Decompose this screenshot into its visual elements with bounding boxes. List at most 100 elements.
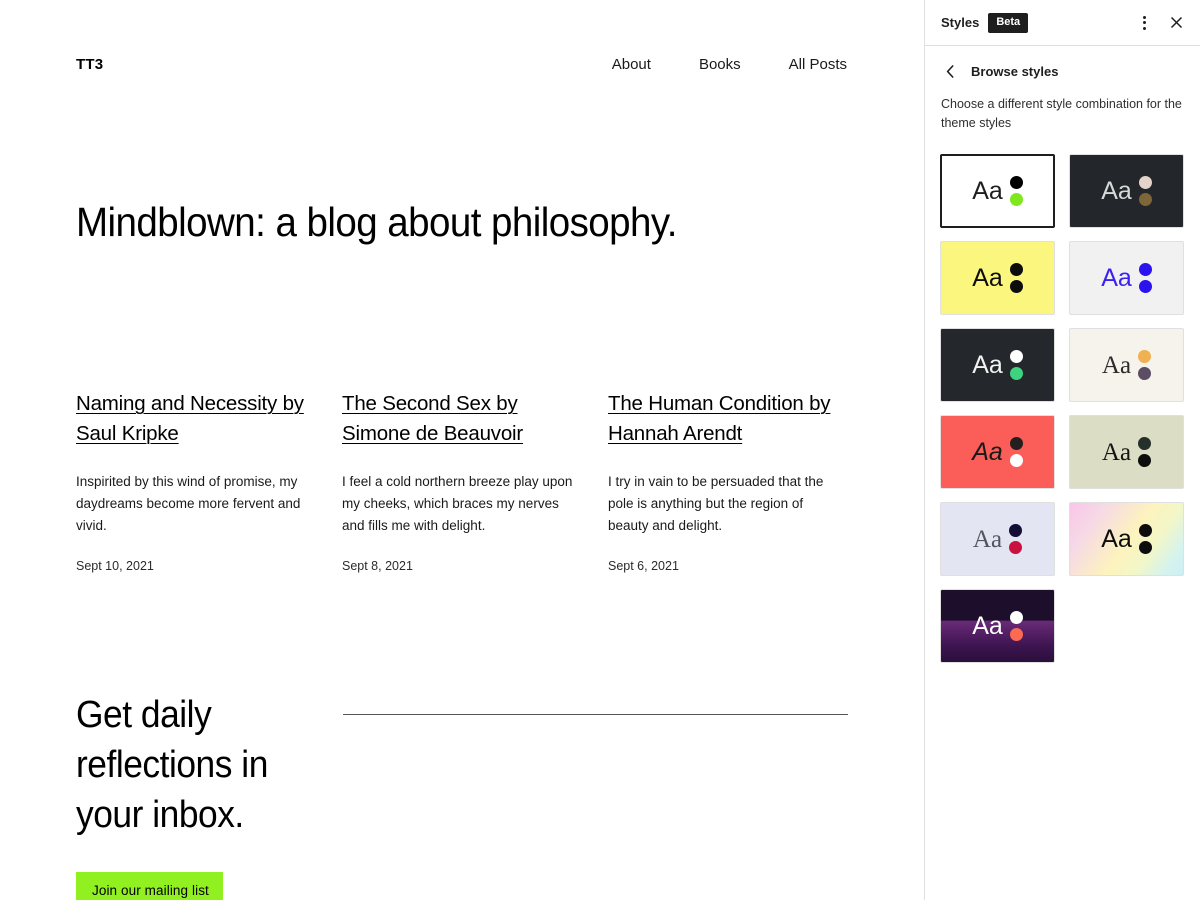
swatch-preview: Aa: [972, 263, 1023, 293]
post-list: Naming and Necessity by Saul Kripke Insp…: [76, 389, 848, 573]
site-navigation: About Books All Posts: [612, 56, 847, 73]
swatch-color-dot-2: [1009, 454, 1023, 467]
browse-styles-nav: Browse styles: [925, 46, 1200, 82]
kebab-menu-icon: [1142, 15, 1146, 30]
browse-styles-title: Browse styles: [971, 63, 1059, 79]
post-title-link[interactable]: Naming and Necessity by Saul Kripke: [76, 389, 312, 449]
swatch-color-dot-1: [1009, 350, 1023, 363]
swatch-preview: Aa: [972, 611, 1023, 641]
newsletter-divider: [343, 714, 848, 715]
swatch-color-dot-1: [1009, 437, 1023, 450]
swatch-color-dots: [1009, 437, 1023, 467]
close-panel-button[interactable]: [1160, 7, 1192, 39]
newsletter-heading: Get daily reflections in your inbox.: [76, 694, 268, 836]
swatch-color-dots: [1138, 176, 1152, 206]
swatch-color-dot-1: [1009, 176, 1023, 189]
swatch-color-dot-1: [1009, 524, 1023, 537]
swatch-color-dots: [1009, 263, 1023, 293]
swatch-color-dots: [1009, 524, 1023, 554]
style-swatch-default-white[interactable]: Aa: [940, 154, 1055, 228]
newsletter-section: Get daily reflections in your inbox. Joi…: [76, 690, 848, 900]
swatch-typography-sample: Aa: [1101, 438, 1132, 466]
swatch-color-dots: [1138, 263, 1152, 293]
swatch-preview: Aa: [1101, 350, 1152, 380]
post-title-link[interactable]: The Human Condition by Hannah Arendt: [608, 389, 844, 449]
close-icon: [1170, 16, 1182, 29]
style-swatch-light-blue-violet[interactable]: Aa: [1069, 241, 1184, 315]
browse-styles-description: Choose a different style combination for…: [941, 97, 1182, 130]
swatch-color-dot-2: [1138, 454, 1152, 467]
swatch-color-dots: [1138, 350, 1152, 380]
post-excerpt: Inspirited by this wind of promise, my d…: [76, 474, 301, 533]
swatch-typography-sample: Aa: [972, 263, 1003, 292]
swatch-color-dot-2: [1009, 280, 1023, 293]
screen: TT3 About Books All Posts Mindblown: a b…: [0, 0, 1200, 900]
swatch-color-dots: [1009, 176, 1023, 206]
swatch-color-dot-2: [1009, 367, 1023, 380]
swatch-color-dot-2: [1009, 541, 1023, 554]
post-date: Sept 8, 2021: [342, 559, 413, 573]
swatch-color-dot-2: [1138, 193, 1152, 206]
swatch-color-dot-2: [1138, 367, 1152, 380]
more-options-button[interactable]: [1128, 7, 1160, 39]
swatch-typography-sample: Aa: [1101, 176, 1132, 205]
style-swatch-grid: Aa Aa Aa Aa Aa Aa Aa Aa Aa Aa Aa: [940, 154, 1186, 663]
post-card: Naming and Necessity by Saul Kripke Insp…: [76, 389, 312, 573]
swatch-typography-sample: Aa: [972, 176, 1003, 205]
swatch-color-dots: [1009, 350, 1023, 380]
style-swatch-sage-serif[interactable]: Aa: [1069, 415, 1184, 489]
nav-item-about[interactable]: About: [612, 56, 651, 73]
swatch-color-dot-1: [1138, 263, 1152, 276]
swatch-color-dot-1: [1138, 524, 1152, 537]
swatch-color-dot-1: [1138, 176, 1152, 189]
styles-panel-header: Styles Beta: [925, 0, 1200, 46]
style-swatch-yellow-black[interactable]: Aa: [940, 241, 1055, 315]
site-preview: TT3 About Books All Posts Mindblown: a b…: [0, 0, 924, 900]
styles-panel: Styles Beta Browse styles Choose a diffe…: [924, 0, 1200, 900]
swatch-preview: Aa: [1101, 263, 1152, 293]
nav-item-books[interactable]: Books: [699, 56, 741, 73]
swatch-typography-sample: Aa: [972, 437, 1003, 466]
swatch-color-dot-1: [1138, 437, 1152, 450]
post-excerpt: I try in vain to be persuaded that the p…: [608, 474, 824, 533]
nav-item-all-posts[interactable]: All Posts: [789, 56, 847, 73]
style-swatch-dark-beige[interactable]: Aa: [1069, 154, 1184, 228]
swatch-typography-sample: Aa: [1101, 351, 1132, 379]
style-swatch-lavender-crimson[interactable]: Aa: [940, 502, 1055, 576]
swatch-color-dot-1: [1138, 350, 1152, 363]
swatch-typography-sample: Aa: [1101, 524, 1132, 553]
swatch-preview: Aa: [972, 437, 1023, 467]
swatch-color-dots: [1009, 611, 1023, 641]
style-swatch-coral-italic[interactable]: Aa: [940, 415, 1055, 489]
swatch-preview: Aa: [1101, 176, 1152, 206]
swatch-color-dot-2: [1009, 193, 1023, 206]
swatch-preview: Aa: [972, 176, 1023, 206]
swatch-preview: Aa: [1101, 524, 1152, 554]
join-mailing-list-button[interactable]: Join our mailing list: [76, 872, 223, 900]
back-button[interactable]: [939, 60, 961, 82]
swatch-typography-sample: Aa: [1101, 263, 1132, 292]
beta-badge: Beta: [988, 12, 1029, 33]
style-swatch-pastel-gradient[interactable]: Aa: [1069, 502, 1184, 576]
swatch-color-dot-1: [1009, 611, 1023, 624]
panel-title: Styles: [941, 15, 980, 30]
swatch-color-dot-2: [1009, 628, 1023, 641]
swatch-color-dots: [1138, 437, 1152, 467]
site-logo[interactable]: TT3: [76, 56, 103, 73]
swatch-color-dot-2: [1138, 280, 1152, 293]
post-date: Sept 6, 2021: [608, 559, 679, 573]
post-title-link[interactable]: The Second Sex by Simone de Beauvoir: [342, 389, 578, 449]
swatch-typography-sample: Aa: [972, 525, 1003, 553]
swatch-preview: Aa: [972, 350, 1023, 380]
chevron-left-icon: [946, 64, 953, 78]
swatch-color-dot-1: [1009, 263, 1023, 276]
post-card: The Second Sex by Simone de Beauvoir I f…: [342, 389, 578, 573]
post-date: Sept 10, 2021: [76, 559, 154, 573]
site-header: TT3 About Books All Posts: [76, 56, 847, 73]
style-swatch-charcoal-green[interactable]: Aa: [940, 328, 1055, 402]
swatch-typography-sample: Aa: [972, 350, 1003, 379]
style-swatch-cream-serif-amber[interactable]: Aa: [1069, 328, 1184, 402]
swatch-preview: Aa: [1101, 437, 1152, 467]
style-swatch-purple-gradient-coral[interactable]: Aa: [940, 589, 1055, 663]
hero-heading: Mindblown: a blog about philosophy.: [76, 199, 677, 245]
